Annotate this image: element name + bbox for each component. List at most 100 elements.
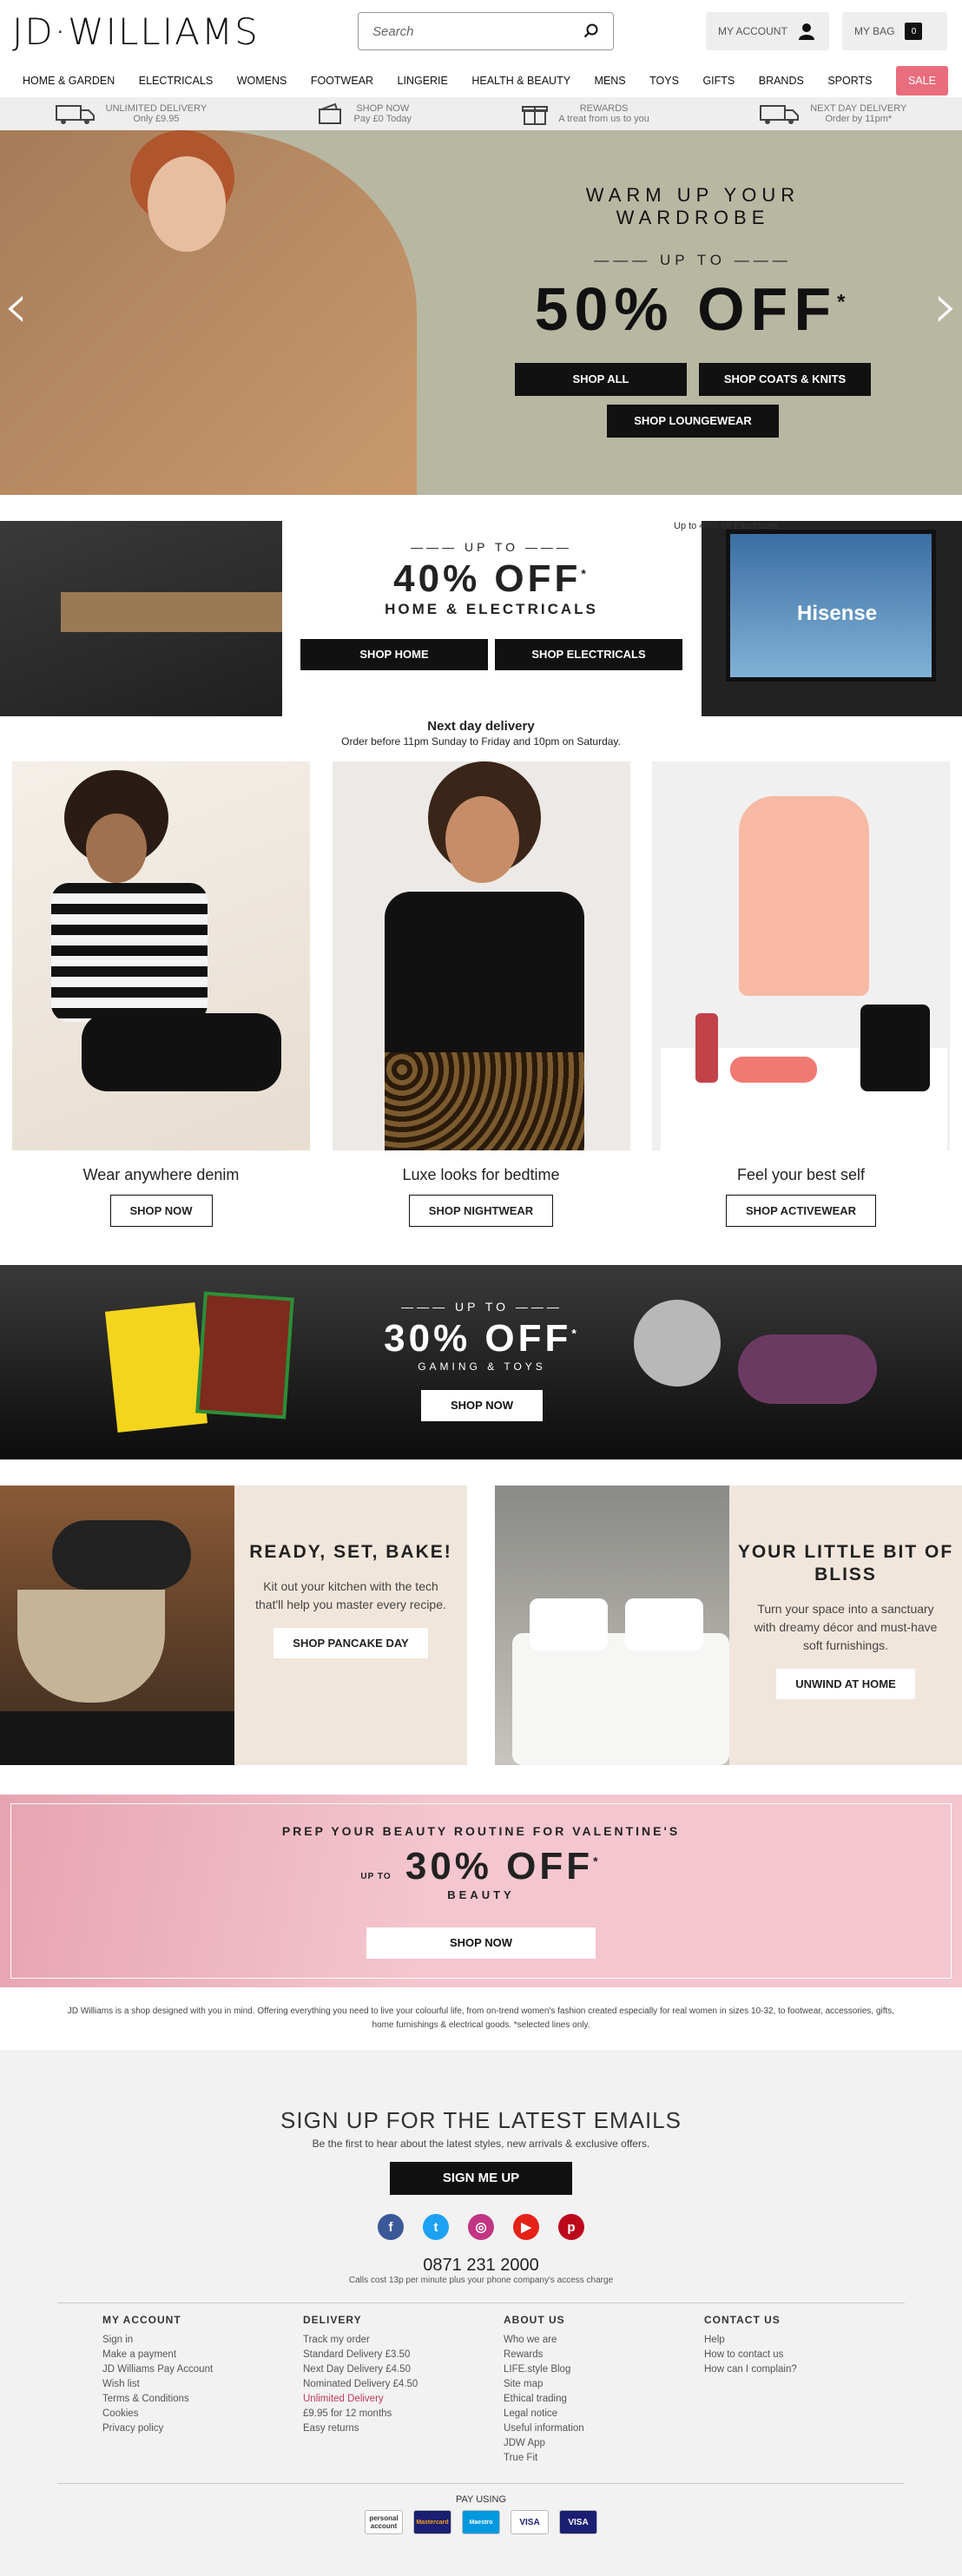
footer-link[interactable]: Sign in [102,2333,303,2348]
shop-activewear-button[interactable]: SHOP ACTIVEWEAR [725,1195,877,1227]
footer-link[interactable]: Wish list [102,2377,303,2392]
beauty-shop-now-button[interactable]: SHOP NOW [366,1927,596,1959]
bliss-tile[interactable]: YOUR LITTLE BIT OF BLISS Turn your space… [495,1486,962,1765]
phone-number[interactable]: 0871 231 2000 [0,2256,962,2276]
wallet-icon [318,102,341,124]
bliss-copy: YOUR LITTLE BIT OF BLISS Turn your space… [729,1486,962,1765]
usp-next-day[interactable]: NEXT DAY DELIVERY Order by 11pm* [760,102,906,125]
footer-link[interactable]: How to contact us [704,2348,905,2362]
footer-link[interactable]: Nominated Delivery £4.50 [303,2377,504,2392]
youtube-icon[interactable]: ▶ [513,2214,539,2240]
home-upto-label: UP TO [464,540,519,554]
shop-nightwear-button[interactable]: SHOP NIGHTWEAR [408,1195,554,1227]
pinterest-icon[interactable]: p [558,2214,584,2240]
hero-banner[interactable]: ‹ › WARM UP YOUR WARDROBE ——— UP TO ——— … [0,130,962,495]
nav-item-lingerie[interactable]: LINGERIE [398,75,448,87]
footer-link[interactable]: Cookies [102,2407,303,2421]
nav-item-brands[interactable]: BRANDS [759,75,804,87]
beauty-category: BEAUTY [447,1888,515,1901]
nav-item-electricals[interactable]: ELECTRICALS [139,75,213,87]
footer-link[interactable]: Site map [504,2377,704,2392]
shop-all-button[interactable]: SHOP ALL [515,363,687,396]
footer-link[interactable]: Track my order [303,2333,504,2348]
footer-link[interactable]: Terms & Conditions [102,2392,303,2407]
nav-item-sports[interactable]: SPORTS [827,75,872,87]
signup-title: SIGN UP FOR THE LATEST EMAILS [280,2107,682,2133]
maestro-icon: Maestro [462,2510,500,2534]
footer-link[interactable]: £9.95 for 12 months [303,2407,504,2421]
sign-me-up-button[interactable]: SIGN ME UP [390,2162,572,2195]
facebook-icon[interactable]: f [378,2214,404,2240]
unwind-at-home-button[interactable]: UNWIND AT HOME [776,1669,915,1699]
carousel-prev-icon[interactable]: ‹ [3,269,29,342]
beauty-banner[interactable]: PREP YOUR BEAUTY ROUTINE FOR VALENTINE'S… [0,1795,962,1987]
footer-link[interactable]: JD Williams Pay Account [102,2362,303,2377]
footer-link[interactable]: Ethical trading [504,2392,704,2407]
twitter-icon[interactable]: t [423,2214,449,2240]
footer-link[interactable]: JDW App [504,2436,704,2451]
footer-link[interactable]: LIFE.style Blog [504,2362,704,2377]
footer-link[interactable]: Who we are [504,2333,704,2348]
hero-model-face [148,156,226,252]
nav-item-sale[interactable]: SALE [895,66,948,96]
bliss-title: YOUR LITTLE BIT OF BLISS [737,1542,954,1584]
footer-link[interactable]: How can I complain? [704,2362,905,2377]
instagram-icon[interactable]: ◎ [468,2214,494,2240]
footer-link[interactable]: Legal notice [504,2407,704,2421]
footer-link[interactable]: True Fit [504,2451,704,2466]
usp-shop-now[interactable]: SHOP NOW Pay £0 Today [318,102,412,125]
footer-link[interactable]: Privacy policy [102,2421,303,2436]
nav-item-womens[interactable]: WOMENS [237,75,287,87]
footer-link[interactable]: Useful information [504,2421,704,2436]
card-nightwear[interactable]: Luxe looks for bedtime SHOP NIGHTWEAR [332,761,630,1227]
toy-image [634,1300,721,1387]
footer-link[interactable]: Unlimited Delivery [303,2392,504,2407]
footer-link[interactable]: Make a payment [102,2348,303,2362]
my-account-button[interactable]: MY ACCOUNT [706,12,829,50]
gaming-copy: ——— UP TO ——— 30% OFF* GAMING & TOYS SHO… [347,1300,616,1421]
gift-icon [522,106,549,125]
gaming-shop-now-button[interactable]: SHOP NOW [421,1390,543,1421]
gaming-toys-banner[interactable]: ——— UP TO ——— 30% OFF* GAMING & TOYS SHO… [0,1265,962,1459]
card-denim[interactable]: Wear anywhere denim SHOP NOW [12,761,310,1227]
usp-title: NEXT DAY DELIVERY [810,103,907,114]
shop-pancake-day-button[interactable]: SHOP PANCAKE DAY [273,1628,428,1658]
nav-item-home-garden[interactable]: HOME & GARDEN [23,75,115,87]
game-box-image [104,1301,208,1433]
usp-sub: Order by 11pm* [825,114,893,124]
footer-link[interactable]: Easy returns [303,2421,504,2436]
card-activewear[interactable]: Feel your best self SHOP ACTIVEWEAR [652,761,950,1227]
nav-item-gifts[interactable]: GIFTS [702,75,735,87]
gaming-upto: ——— UP TO ——— [401,1300,563,1314]
usp-rewards[interactable]: REWARDS A treat from us to you [522,102,649,126]
my-bag-button[interactable]: MY BAG 0 [842,12,947,50]
category-cards: Wear anywhere denim SHOP NOW Luxe looks … [0,761,962,1227]
usp-unlimited-delivery[interactable]: UNLIMITED DELIVERY Only £9.95 [55,102,207,125]
footer-link[interactable]: Help [704,2333,905,2348]
footer-link[interactable]: Next Day Delivery £4.50 [303,2362,504,2377]
nav-item-toys[interactable]: TOYS [649,75,679,87]
nav-item-health-beauty[interactable]: HEALTH & BEAUTY [471,75,570,87]
beauty-upto: UP TO [360,1872,392,1881]
footer-link[interactable]: Standard Delivery £3.50 [303,2348,504,2362]
carousel-next-icon[interactable]: › [933,269,959,342]
hero-upto: ——— UP TO ——— [594,252,792,268]
logo[interactable]: JD·WILLIAMS [12,10,260,53]
nav-item-mens[interactable]: MENS [595,75,626,87]
shop-loungewear-button[interactable]: SHOP LOUNGEWEAR [607,405,779,438]
nav-item-footwear[interactable]: FOOTWEAR [311,75,373,87]
search-input[interactable]: Search [358,12,614,50]
shop-electricals-button[interactable]: SHOP ELECTRICALS [495,639,682,670]
bake-tile[interactable]: READY, SET, BAKE! Kit out your kitchen w… [0,1486,467,1765]
feature-tiles: READY, SET, BAKE! Kit out your kitchen w… [0,1486,962,1765]
shop-home-button[interactable]: SHOP HOME [300,639,488,670]
shop-now-button[interactable]: SHOP NOW [109,1195,213,1227]
search-icon[interactable] [583,23,599,39]
home-electricals-banner[interactable]: Hisense Up to 40% off Electricals ——— UP… [0,521,962,729]
personal-account-icon: personal account [365,2510,403,2534]
shop-coats-knits-button[interactable]: SHOP COATS & KNITS [699,363,871,396]
footer: SIGN UP FOR THE LATEST EMAILS Be the fir… [0,2050,962,2576]
footer-link[interactable]: Rewards [504,2348,704,2362]
payment-methods: PAY USING personal account Mastercard Ma… [57,2483,905,2534]
footer-col-about: ABOUT US Who we are Rewards LIFE.style B… [504,2314,704,2466]
